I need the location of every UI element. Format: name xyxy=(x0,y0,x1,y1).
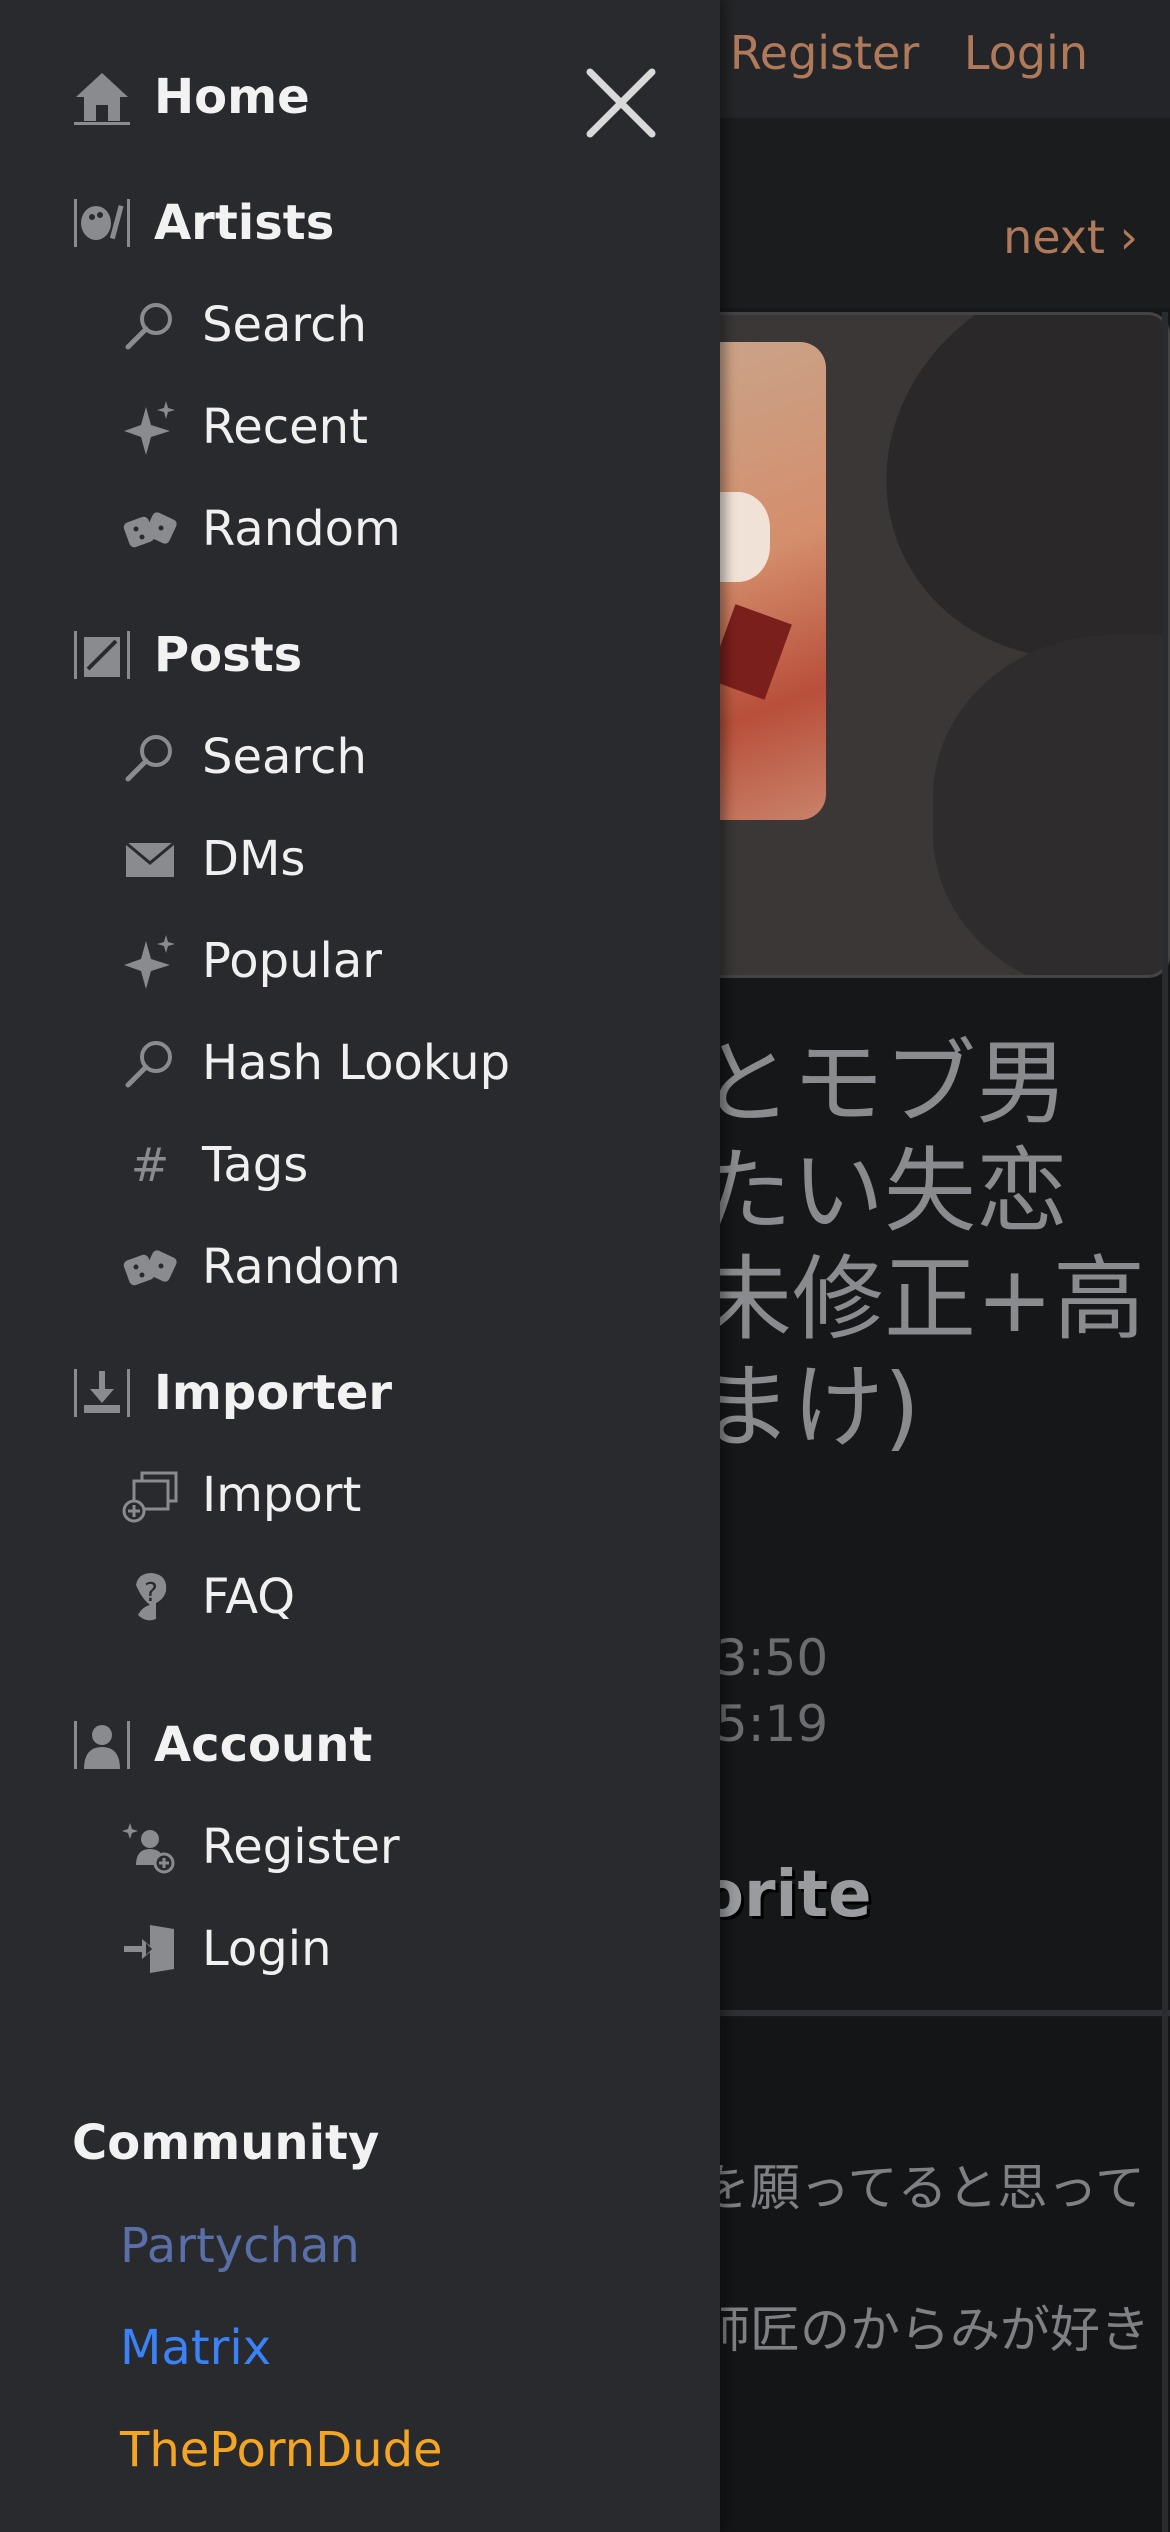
search-icon xyxy=(120,1033,180,1093)
posts-popular-label: Popular xyxy=(202,933,382,989)
section-posts-title: Posts xyxy=(154,627,303,683)
theporndude-link[interactable]: ThePornDude xyxy=(120,2422,443,2478)
posts-tags-label: Tags xyxy=(202,1137,309,1193)
posts-hash-lookup-label: Hash Lookup xyxy=(202,1035,511,1091)
community-title: Community xyxy=(72,2115,380,2171)
posts-random-label: Random xyxy=(202,1239,401,1295)
sparkle-icon xyxy=(120,931,180,991)
partychan-link[interactable]: Partychan xyxy=(120,2218,360,2274)
artists-search-label: Search xyxy=(202,297,367,353)
nav-home-label: Home xyxy=(154,69,310,125)
posts-tags[interactable]: # Tags xyxy=(120,1130,309,1200)
scroll-edge xyxy=(1162,312,1168,2532)
section-artists-title: Artists xyxy=(154,195,335,251)
palette-icon xyxy=(72,193,132,253)
search-icon xyxy=(120,727,180,787)
post-title-line: まけ) xyxy=(700,1354,920,1461)
svg-text:?: ? xyxy=(144,1578,158,1608)
content-text: 師匠のからみが好き xyxy=(700,2301,1150,2359)
artists-random-label: Random xyxy=(202,501,401,557)
importer-faq[interactable]: ? FAQ xyxy=(120,1562,295,1632)
register-icon xyxy=(120,1817,180,1877)
divider xyxy=(700,2010,1170,2016)
login-icon xyxy=(120,1919,180,1979)
section-importer-title: Importer xyxy=(154,1365,393,1421)
content-text: を願ってると思って xyxy=(700,2159,1145,2217)
artists-recent-label: Recent xyxy=(202,399,368,455)
envelope-icon xyxy=(120,829,180,889)
post-title: とモブ男 たい失恋 未修正+高 まけ) xyxy=(700,1030,1145,1462)
post-title-line: 未修正+高 xyxy=(700,1246,1146,1353)
posts-dms[interactable]: DMs xyxy=(120,824,305,894)
thumbnail-detail xyxy=(708,604,792,700)
home-icon xyxy=(72,67,132,127)
account-login[interactable]: Login xyxy=(120,1914,332,1984)
section-posts: Posts xyxy=(72,620,302,690)
posts-random[interactable]: Random xyxy=(120,1232,401,1302)
matrix-link[interactable]: Matrix xyxy=(120,2320,271,2376)
top-links: Register Login xyxy=(700,26,1088,80)
artists-search[interactable]: Search xyxy=(120,290,367,360)
artists-recent[interactable]: Recent xyxy=(120,392,368,462)
dice-icon xyxy=(120,499,180,559)
close-icon xyxy=(586,68,656,138)
faq-icon: ? xyxy=(120,1567,180,1627)
importer-import-label: Import xyxy=(202,1467,362,1523)
next-page-link[interactable]: next › xyxy=(1003,210,1138,264)
posts-dms-label: DMs xyxy=(202,831,306,887)
close-button[interactable] xyxy=(578,60,664,146)
dice-icon xyxy=(120,1237,180,1297)
import-computer-icon xyxy=(120,1465,180,1525)
import-icon xyxy=(72,1363,132,1423)
side-drawer: Home Artists Search Recent Random Posts … xyxy=(0,0,720,2532)
posts-search-label: Search xyxy=(202,729,367,785)
section-account: Account xyxy=(72,1710,372,1780)
post-title-line: たい失恋 xyxy=(700,1138,1069,1245)
account-register[interactable]: Register xyxy=(120,1812,400,1882)
account-icon xyxy=(72,1715,132,1775)
importer-faq-label: FAQ xyxy=(202,1569,295,1625)
hash-icon: # xyxy=(120,1135,180,1195)
image-line xyxy=(823,335,1167,867)
artists-random[interactable]: Random xyxy=(120,494,401,564)
register-link[interactable]: Register xyxy=(730,26,919,80)
favorite-button[interactable]: orite xyxy=(700,1858,871,1932)
account-login-label: Login xyxy=(202,1921,332,1977)
posts-popular[interactable]: Popular xyxy=(120,926,382,996)
importer-import[interactable]: Import xyxy=(120,1460,361,1530)
sparkle-icon xyxy=(120,397,180,457)
svg-text:#: # xyxy=(131,1138,170,1192)
posts-search[interactable]: Search xyxy=(120,722,367,792)
posts-hash-lookup[interactable]: Hash Lookup xyxy=(120,1028,510,1098)
posts-icon xyxy=(72,625,132,685)
section-account-title: Account xyxy=(154,1717,373,1773)
search-icon xyxy=(120,295,180,355)
nav-home[interactable]: Home xyxy=(72,62,310,132)
post-title-line: とモブ男 xyxy=(700,1030,1069,1137)
login-link[interactable]: Login xyxy=(964,26,1088,80)
account-register-label: Register xyxy=(202,1819,400,1875)
section-importer: Importer xyxy=(72,1358,392,1428)
section-artists: Artists xyxy=(72,188,334,258)
post-content xyxy=(700,2018,1170,2532)
